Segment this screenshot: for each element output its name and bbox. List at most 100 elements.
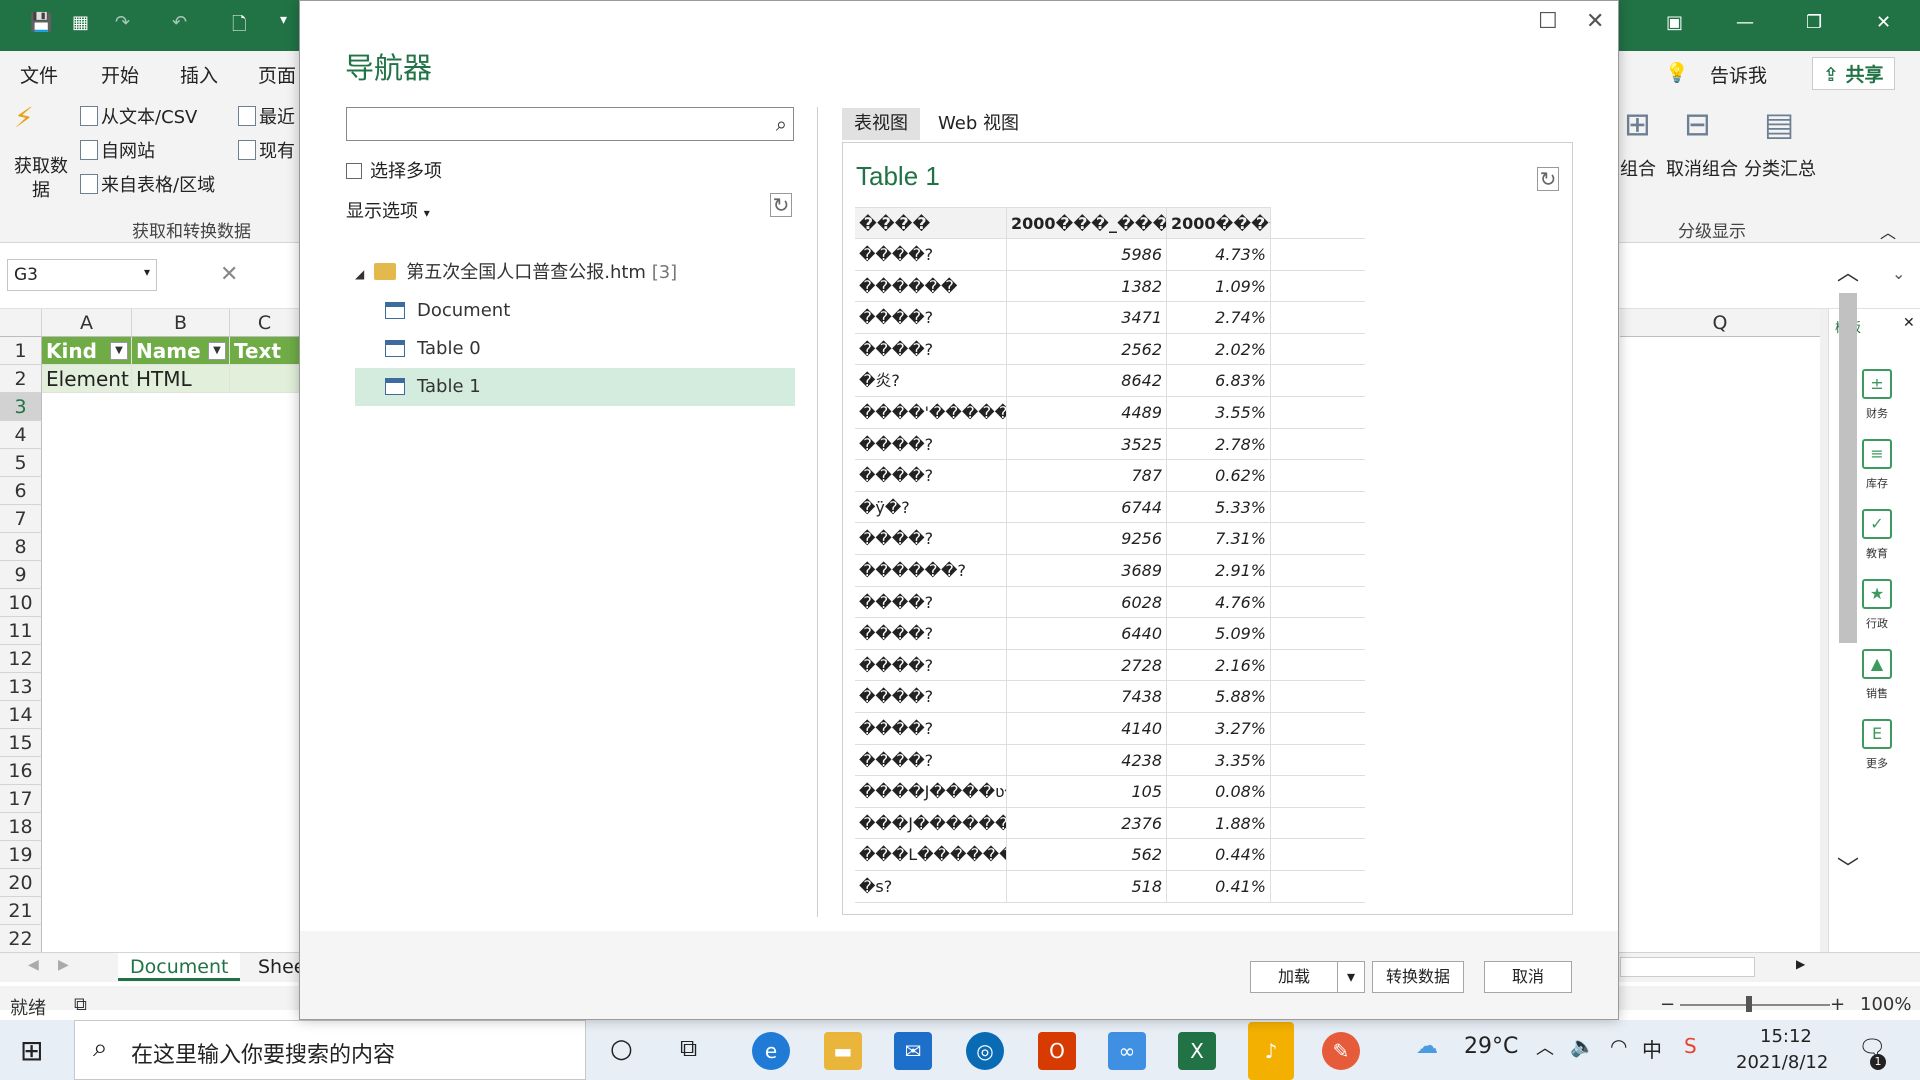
- feather-app-icon[interactable]: ✎: [1322, 1032, 1360, 1070]
- windows-start-icon[interactable]: ⊞: [20, 1034, 43, 1067]
- preview-table[interactable]: ����2000���_����...2000���������?59864.7…: [855, 207, 1365, 907]
- row-header[interactable]: 16: [0, 757, 42, 785]
- cell-b2[interactable]: HTML: [132, 365, 230, 393]
- macro-record-icon[interactable]: ⧉: [74, 994, 87, 1015]
- cancel-button[interactable]: 取消: [1484, 961, 1572, 993]
- music-app-icon[interactable]: ♪: [1248, 1022, 1294, 1080]
- office-icon[interactable]: O: [1038, 1032, 1076, 1070]
- select-multiple-checkbox[interactable]: 选择多项: [346, 157, 442, 183]
- row-header[interactable]: 8: [0, 533, 42, 561]
- hscroll-right-icon[interactable]: ▶: [1796, 957, 1805, 971]
- tab-home[interactable]: 开始: [101, 61, 139, 88]
- tree-item-table1[interactable]: Table 1: [355, 368, 795, 406]
- group-button[interactable]: 组合: [1620, 155, 1656, 181]
- get-data-icon[interactable]: ⚡: [14, 101, 34, 134]
- share-button[interactable]: ⇪ 共享: [1812, 57, 1895, 90]
- weather-temp[interactable]: 29°C: [1464, 1034, 1518, 1059]
- task-view-icon[interactable]: ⧉: [680, 1034, 697, 1062]
- tab-table-view[interactable]: 表视图: [842, 108, 920, 140]
- maximize-icon[interactable]: ☐: [1538, 9, 1558, 34]
- existing-connections-button[interactable]: 现有: [238, 137, 295, 163]
- zoom-level[interactable]: 100%: [1860, 994, 1911, 1015]
- tree-file-node[interactable]: ◢ 第五次全国人口普查公报.htm [3]: [355, 254, 795, 292]
- layout-icon[interactable]: ▦: [72, 12, 89, 33]
- row-header[interactable]: 21: [0, 897, 42, 925]
- row-header[interactable]: 22: [0, 925, 42, 953]
- wifi-icon[interactable]: ◠: [1610, 1034, 1627, 1058]
- tab-insert[interactable]: 插入: [180, 61, 218, 88]
- scroll-up-icon[interactable]: ︿: [1837, 255, 1859, 287]
- table-row[interactable]: ����? 6440 5.09%: [855, 618, 1365, 650]
- refresh-icon[interactable]: ↻: [770, 193, 792, 217]
- sogou-icon[interactable]: S: [1684, 1034, 1697, 1058]
- table-row[interactable]: ����? 7438 5.88%: [855, 681, 1365, 713]
- row-header[interactable]: 11: [0, 617, 42, 645]
- search-icon[interactable]: ⌕: [776, 112, 787, 136]
- row-header[interactable]: 4: [0, 421, 42, 449]
- expand-formula-icon[interactable]: ⌄: [1892, 264, 1905, 283]
- table-row[interactable]: ������? 3689 2.91%: [855, 555, 1365, 587]
- mail-icon[interactable]: ✉: [894, 1032, 932, 1070]
- select-all-corner[interactable]: [0, 309, 42, 337]
- row-header[interactable]: 1: [0, 337, 42, 365]
- baidu-netdisk-icon[interactable]: ∞: [1108, 1032, 1146, 1070]
- from-web-button[interactable]: 自网站: [80, 137, 155, 163]
- weather-icon[interactable]: ☁: [1416, 1034, 1438, 1059]
- clock-date[interactable]: 2021/8/12: [1736, 1052, 1828, 1073]
- excel-app-icon[interactable]: X: [1178, 1032, 1216, 1070]
- zoom-slider-thumb[interactable]: [1746, 996, 1752, 1012]
- row-header[interactable]: 13: [0, 673, 42, 701]
- cancel-entry-icon[interactable]: ✕: [220, 262, 238, 287]
- from-table-button[interactable]: 来自表格/区域: [80, 171, 215, 197]
- table-row[interactable]: ����? 3525 2.78%: [855, 428, 1365, 461]
- collapse-ribbon-icon[interactable]: ︿: [1880, 219, 1896, 243]
- hscroll-track[interactable]: [1620, 957, 1755, 977]
- filter-dropdown-icon[interactable]: ▼: [110, 342, 128, 360]
- close-pane-icon[interactable]: ✕: [1903, 315, 1915, 331]
- preview-vscroll[interactable]: ︿ ﹀: [1837, 241, 1859, 885]
- scroll-down-icon[interactable]: ﹀: [1837, 851, 1859, 883]
- cell-c1[interactable]: Text: [230, 337, 300, 365]
- tree-item-table0[interactable]: Table 0: [355, 330, 795, 368]
- zoom-slider[interactable]: [1680, 1004, 1830, 1006]
- dell-icon[interactable]: ◎: [966, 1032, 1004, 1070]
- dialog-close-icon[interactable]: ✕: [1586, 9, 1604, 34]
- cell-c2[interactable]: [230, 365, 300, 393]
- load-button[interactable]: 加载: [1250, 961, 1338, 993]
- table-row[interactable]: ����? 5986 4.73%: [855, 239, 1365, 271]
- row-header[interactable]: 9: [0, 561, 42, 589]
- clock-time[interactable]: 15:12: [1760, 1026, 1812, 1047]
- table-row[interactable]: �s? 518 0.41%: [855, 871, 1365, 903]
- row-header[interactable]: 12: [0, 645, 42, 673]
- close-icon[interactable]: ✕: [1876, 12, 1891, 33]
- table-row[interactable]: ����? 2728 2.16%: [855, 649, 1365, 682]
- row-header[interactable]: 7: [0, 505, 42, 533]
- edge-icon[interactable]: e: [752, 1032, 790, 1070]
- checkbox-box[interactable]: [346, 163, 362, 179]
- sheet-scroll-right-icon[interactable]: ▶: [58, 957, 69, 973]
- minimize-icon[interactable]: —: [1736, 12, 1754, 33]
- row-header[interactable]: 14: [0, 701, 42, 729]
- recent-sources-button[interactable]: 最近: [238, 103, 295, 129]
- filter-dropdown-icon[interactable]: ▼: [208, 342, 226, 360]
- name-box[interactable]: G3 ▾: [7, 259, 157, 291]
- subtotal-button[interactable]: 分类汇总: [1744, 155, 1816, 181]
- zoom-in-icon[interactable]: +: [1830, 994, 1845, 1015]
- col-header-a[interactable]: A: [42, 309, 132, 337]
- preview-refresh-icon[interactable]: ↻: [1537, 167, 1559, 191]
- row-header[interactable]: 18: [0, 813, 42, 841]
- collapse-arrow-icon[interactable]: ◢: [355, 267, 364, 281]
- tab-web-view[interactable]: Web 视图: [926, 108, 1031, 140]
- tab-file[interactable]: 文件: [20, 61, 58, 88]
- table-row[interactable]: ����? 787 0.62%: [855, 460, 1365, 492]
- table-row[interactable]: ���J�������23761.88%: [855, 807, 1365, 840]
- table-row[interactable]: ���L�������(5620.44%: [855, 839, 1365, 871]
- row-header[interactable]: 2: [0, 365, 42, 393]
- table-row[interactable]: ������ 1382 1.09%: [855, 270, 1365, 303]
- taskbar-search[interactable]: ⌕ 在这里输入你要搜索的内容: [74, 1020, 586, 1080]
- display-options-dropdown[interactable]: 显示选项 ▾: [346, 197, 430, 223]
- sheet-scroll-left-icon[interactable]: ◀: [28, 957, 39, 973]
- lightbulb-icon[interactable]: 💡: [1665, 61, 1689, 84]
- table-row[interactable]: ����? 4140 3.27%: [855, 713, 1365, 745]
- col-header-b[interactable]: B: [132, 309, 230, 337]
